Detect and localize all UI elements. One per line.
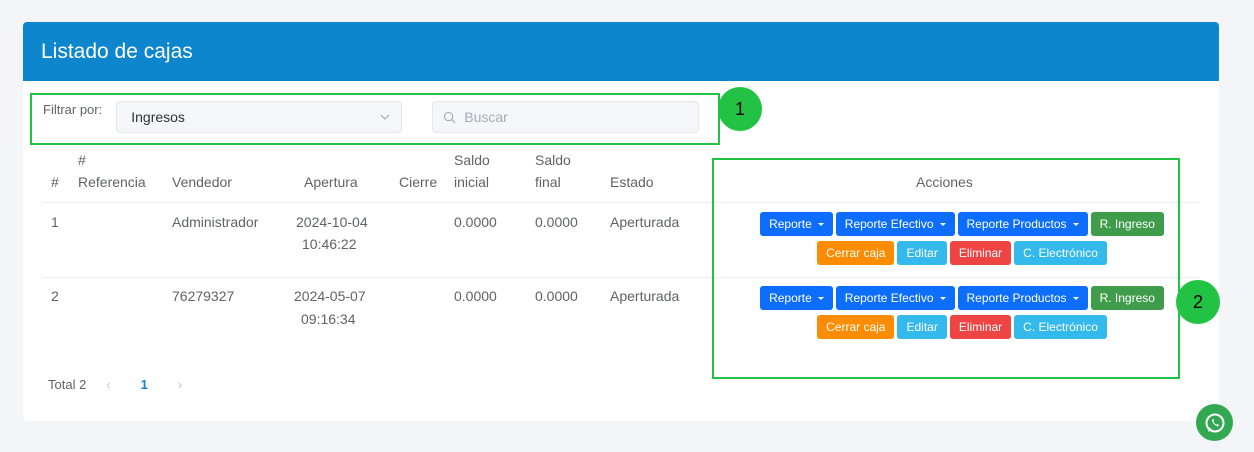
col-header-saldo-inicial-1: Saldo (454, 152, 490, 168)
row1-apertura-date: 2024-10-04 (296, 214, 368, 230)
row1-saldo-inicial: 0.0000 (454, 214, 497, 230)
row2-saldo-final: 0.0000 (535, 288, 578, 304)
col-header-cierre: Cierre (399, 174, 438, 190)
next-page-icon[interactable]: › (178, 377, 182, 392)
col-header-vendedor: Vendedor (172, 174, 232, 190)
prev-page-icon[interactable]: ‹ (106, 377, 110, 392)
row2-estado: Aperturada (610, 288, 680, 304)
row2-vendedor: 76279327 (172, 288, 235, 304)
page-title: Listado de cajas (41, 39, 193, 63)
annotation-marker-2: 2 (1176, 280, 1220, 324)
row2-apertura-time: 09:16:34 (301, 311, 356, 327)
pagination: Total 2 ‹ 1 › (48, 377, 182, 392)
annotation-box-1 (30, 93, 720, 145)
row2-saldo-inicial: 0.0000 (454, 288, 497, 304)
annotation-marker-1: 1 (718, 87, 762, 131)
row1-saldo-final: 0.0000 (535, 214, 578, 230)
row2-num: 2 (51, 288, 59, 304)
row1-vendedor: Administrador (172, 214, 259, 230)
col-header-ref-hash: # (78, 152, 86, 168)
col-header-saldo-inicial-2: inicial (454, 174, 490, 190)
annotation-box-2 (712, 158, 1180, 379)
col-header-estado: Estado (610, 174, 654, 190)
pagination-total: Total 2 (48, 377, 87, 392)
page-number-current[interactable]: 1 (141, 377, 148, 392)
whatsapp-button[interactable] (1196, 404, 1233, 441)
col-header-saldo-final-2: final (535, 174, 561, 190)
col-header-saldo-final-1: Saldo (535, 152, 571, 168)
row1-estado: Aperturada (610, 214, 680, 230)
col-header-num: # (51, 174, 59, 190)
whatsapp-icon (1205, 413, 1224, 432)
col-header-apertura: Apertura (304, 174, 358, 190)
row2-apertura-date: 2024-05-07 (294, 288, 366, 304)
col-header-referencia: Referencia (78, 174, 146, 190)
row1-apertura-time: 10:46:22 (302, 236, 357, 252)
row1-num: 1 (51, 214, 59, 230)
card-header: Listado de cajas (23, 22, 1219, 81)
